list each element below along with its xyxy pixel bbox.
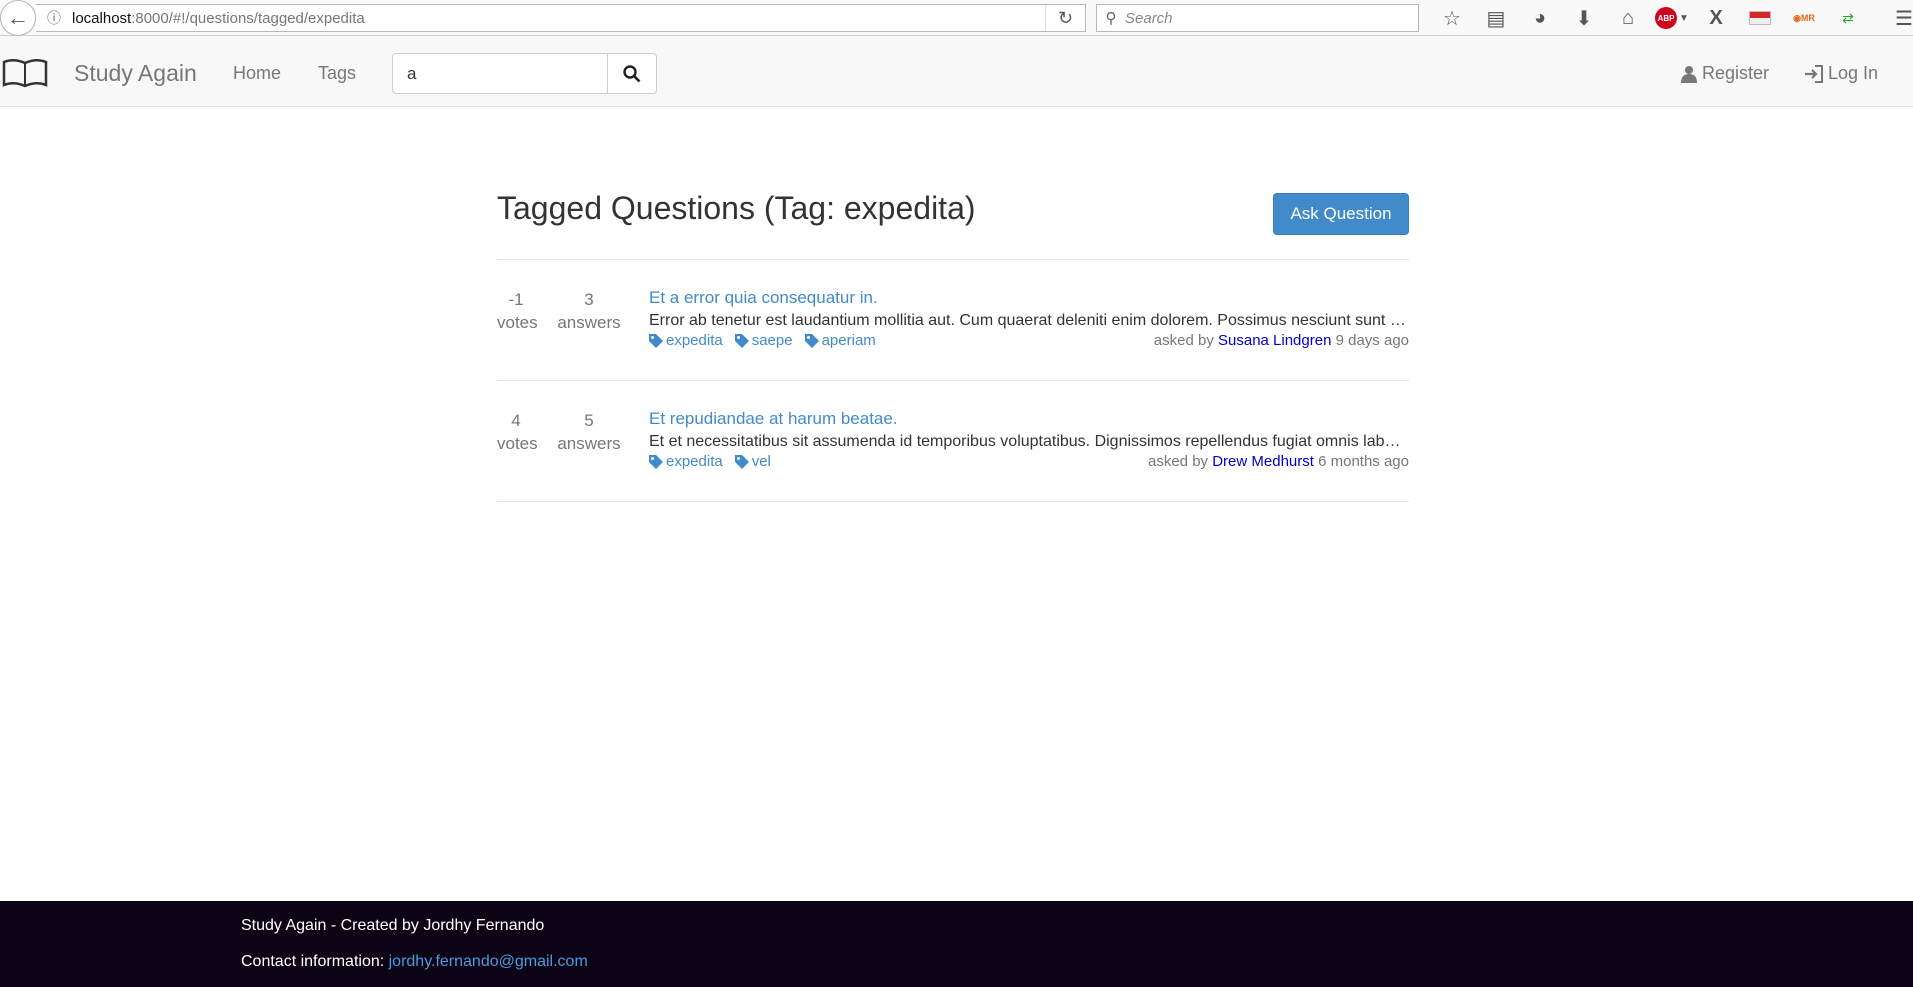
question-title-link[interactable]: Et a error quia consequatur in. bbox=[649, 288, 878, 308]
asked-time: 9 days ago bbox=[1335, 332, 1409, 349]
x-extension-icon[interactable]: X bbox=[1694, 0, 1738, 36]
reading-list-icon[interactable]: ▤ bbox=[1474, 0, 1518, 36]
asked-by-label: asked by bbox=[1148, 453, 1209, 470]
tag-icon bbox=[734, 333, 749, 348]
brand-link[interactable]: Study Again bbox=[74, 60, 197, 87]
adblock-icon[interactable]: ABP ▼ bbox=[1650, 0, 1694, 36]
info-icon[interactable]: ⓘ bbox=[36, 8, 72, 28]
question-tags: expedita vel bbox=[649, 453, 771, 470]
question-meta: asked by Susana Lindgren 9 days ago bbox=[1154, 332, 1409, 349]
tag-link[interactable]: saepe bbox=[734, 332, 793, 349]
book-icon[interactable] bbox=[2, 58, 48, 88]
answer-count: 3 answers bbox=[557, 288, 621, 334]
flag-icon[interactable] bbox=[1738, 0, 1782, 36]
url-bar[interactable]: ⓘ localhost:8000/#!/questions/tagged/exp… bbox=[36, 4, 1086, 32]
app-navbar: Study Again Home Tags Register Log In bbox=[0, 36, 1913, 107]
answer-value: 5 bbox=[584, 411, 594, 430]
question-excerpt: Error ab tenetur est laudantium mollitia… bbox=[649, 312, 1409, 329]
search-icon: ⚲ bbox=[1105, 10, 1117, 27]
search-icon bbox=[623, 64, 641, 82]
tag-label: expedita bbox=[666, 332, 723, 349]
contact-label: Contact information: bbox=[241, 953, 389, 970]
nav-home-link[interactable]: Home bbox=[233, 63, 281, 84]
answer-label: answers bbox=[557, 434, 621, 453]
question-row: 4 votes 5 answers Et repudiandae at haru… bbox=[497, 409, 1409, 529]
vote-value: 4 bbox=[511, 411, 521, 430]
page-footer: Study Again - Created by Jordhy Fernando… bbox=[0, 901, 1913, 987]
question-excerpt: Et et necessitatibus sit assumenda id te… bbox=[649, 433, 1409, 450]
row-divider bbox=[497, 380, 1409, 381]
tag-link[interactable]: expedita bbox=[649, 332, 723, 349]
question-search-input[interactable] bbox=[392, 53, 608, 94]
browser-search-placeholder: Search bbox=[1125, 9, 1173, 27]
vote-count: -1 votes bbox=[497, 288, 538, 334]
question-row: -1 votes 3 answers Et a error quia conse… bbox=[497, 288, 1409, 408]
tag-icon bbox=[734, 454, 749, 469]
tag-icon bbox=[649, 454, 663, 469]
footer-contact: Contact information: jordhy.fernando@gma… bbox=[241, 953, 588, 971]
vote-label: votes bbox=[497, 313, 538, 332]
tag-label: saepe bbox=[751, 332, 793, 349]
vote-label: votes bbox=[497, 434, 538, 453]
page-title: Tagged Questions (Tag: expedita) bbox=[497, 190, 976, 226]
download-icon[interactable]: ⬇ bbox=[1562, 0, 1606, 36]
answer-label: answers bbox=[557, 313, 621, 332]
login-link[interactable]: Log In bbox=[1804, 63, 1878, 84]
sync-arrows-icon[interactable]: ⇄ bbox=[1826, 0, 1870, 36]
tag-link[interactable]: expedita bbox=[649, 453, 723, 470]
vote-value: -1 bbox=[508, 290, 524, 309]
register-link[interactable]: Register bbox=[1680, 63, 1769, 84]
menu-hamburger-icon[interactable]: ☰ bbox=[1882, 0, 1913, 36]
contact-email-link[interactable]: jordhy.fernando@gmail.com bbox=[389, 953, 588, 970]
author-link[interactable]: Drew Medhurst bbox=[1212, 453, 1314, 470]
footer-credit: Study Again - Created by Jordhy Fernando bbox=[241, 917, 545, 934]
tag-icon bbox=[649, 333, 663, 348]
browser-toolbar: ← ⓘ localhost:8000/#!/questions/tagged/e… bbox=[0, 0, 1913, 36]
ask-question-button[interactable]: Ask Question bbox=[1273, 193, 1409, 235]
bookmark-star-icon[interactable]: ☆ bbox=[1430, 0, 1474, 36]
user-icon bbox=[1681, 65, 1697, 83]
question-meta: asked by Drew Medhurst 6 months ago bbox=[1148, 453, 1409, 470]
asked-time: 6 months ago bbox=[1318, 453, 1409, 470]
title-divider bbox=[497, 259, 1409, 260]
login-icon bbox=[1805, 64, 1823, 83]
extension-bm-icon[interactable]: ◉MR bbox=[1782, 0, 1826, 36]
asked-by-label: asked by bbox=[1153, 332, 1214, 349]
home-icon[interactable]: ⌂ bbox=[1606, 0, 1650, 36]
url-host: localhost bbox=[72, 9, 132, 27]
tag-icon bbox=[804, 333, 819, 348]
register-label: Register bbox=[1702, 63, 1770, 83]
url-path: :8000/#!/questions/tagged/expedita bbox=[131, 9, 365, 27]
row-divider bbox=[497, 501, 1409, 502]
back-arrow-icon[interactable]: ← bbox=[0, 0, 36, 36]
answer-value: 3 bbox=[584, 290, 594, 309]
reload-icon[interactable]: ↻ bbox=[1045, 5, 1085, 31]
vote-count: 4 votes bbox=[497, 409, 538, 455]
nav-tags-link[interactable]: Tags bbox=[318, 63, 356, 84]
tag-label: vel bbox=[751, 453, 771, 470]
author-link[interactable]: Susana Lindgren bbox=[1218, 332, 1331, 349]
question-title-link[interactable]: Et repudiandae at harum beatae. bbox=[649, 409, 898, 429]
login-label: Log In bbox=[1828, 63, 1879, 83]
browser-search-bar[interactable]: ⚲ Search bbox=[1096, 4, 1419, 32]
search-button[interactable] bbox=[607, 53, 657, 94]
tag-link[interactable]: vel bbox=[734, 453, 771, 470]
question-tags: expedita saepe aperiam bbox=[649, 332, 876, 349]
tag-link[interactable]: aperiam bbox=[804, 332, 876, 349]
tag-label: expedita bbox=[666, 453, 723, 470]
answer-count: 5 answers bbox=[557, 409, 621, 455]
tag-label: aperiam bbox=[821, 332, 876, 349]
pocket-icon[interactable]: ◕ bbox=[1518, 0, 1562, 36]
